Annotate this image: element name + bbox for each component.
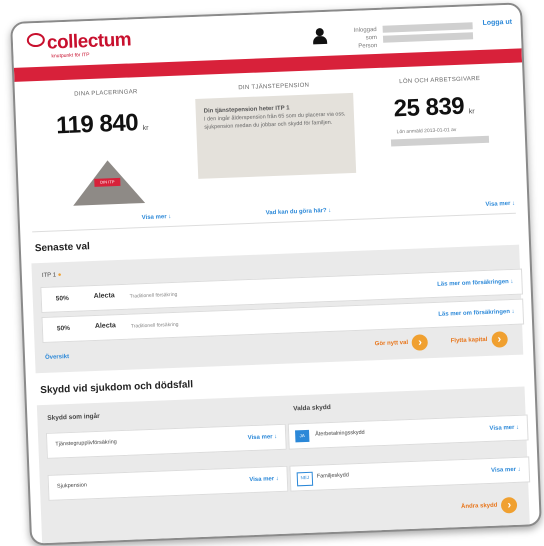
logout-link[interactable]: Logga ut xyxy=(482,19,512,27)
new-choice-button[interactable]: Gör nytt val › xyxy=(374,334,429,352)
salary-more-link[interactable]: Visa mer ↓ xyxy=(485,201,515,208)
protection-title: Skydd vid sjukdom och dödsfall xyxy=(40,379,194,397)
included-name: Tjänstegrupplivförsäkring xyxy=(55,439,117,448)
latest-title: Senaste val xyxy=(34,241,91,255)
show-more-link[interactable]: Visa mer ↓ xyxy=(249,476,279,483)
included-name: Sjukpension xyxy=(56,482,88,490)
move-capital-button[interactable]: Flytta kapital › xyxy=(450,331,508,349)
show-more-link[interactable]: Visa mer ↓ xyxy=(491,467,521,474)
info-icon: ● xyxy=(57,272,62,279)
user-icon xyxy=(312,27,328,45)
salary-unit: kr xyxy=(468,108,475,116)
arrow-right-icon: › xyxy=(501,496,518,514)
show-more-link[interactable]: Visa mer ↓ xyxy=(489,425,519,432)
logo-swirl-icon xyxy=(26,32,46,48)
placements-title: DINA PLACERINGAR xyxy=(74,89,138,98)
salary-reported: Lön anmäld 2013-01-01 av xyxy=(396,126,457,136)
read-more-link[interactable]: Läs mer om försäkringen ↓ xyxy=(438,309,515,318)
placements-unit: kr xyxy=(142,124,149,133)
placements-more-link[interactable]: Visa mer ↓ xyxy=(142,214,172,221)
included-item: Tjänstegrupplivförsäkring Visa mer ↓ xyxy=(45,423,287,459)
choice-insurance: Traditionell försäkring xyxy=(129,291,178,300)
chosen-title: Valda skydd xyxy=(293,403,331,413)
included-item: Sjukpension Visa mer ↓ xyxy=(47,465,289,501)
chosen-name: Familjeskydd xyxy=(316,472,349,480)
logged-in-label: Inloggad som xyxy=(353,26,378,42)
pension-help-link[interactable]: Vad kan du göra här? ↓ xyxy=(266,208,332,217)
chosen-item: JA Återbetalningsskydd Visa mer ↓ xyxy=(287,414,529,450)
employer-redacted xyxy=(390,135,490,147)
logo-text: collectum xyxy=(46,29,132,54)
itp-label: ITP 1 ● xyxy=(41,272,62,279)
chosen-name: Återbetalningsskydd xyxy=(315,429,365,438)
arrow-right-icon: › xyxy=(491,331,508,348)
choice-insurance: Traditionell försäkring xyxy=(130,321,179,330)
overview-link[interactable]: Översikt xyxy=(45,354,69,361)
change-protection-button[interactable]: Ändra skydd › xyxy=(461,496,518,515)
username-redacted xyxy=(382,22,473,33)
pension-column: DIN TJÄNSTEPENSION Din tjänstepension he… xyxy=(195,81,358,222)
included-title: Skydd som ingår xyxy=(47,412,100,422)
protection-panel: Skydd som ingår Tjänstegrupplivförsäkrin… xyxy=(36,386,531,544)
chosen-item: NEJ Familjeskydd Visa mer ↓ xyxy=(289,456,531,492)
choice-company: Alecta xyxy=(94,322,117,330)
no-badge: NEJ xyxy=(296,471,314,487)
person-redacted xyxy=(382,32,474,43)
yes-badge: JA xyxy=(295,429,310,443)
page-card: collectum knutpunkt för ITP Inloggad som… xyxy=(10,2,542,546)
pension-title: DIN TJÄNSTEPENSION xyxy=(238,82,310,92)
placements-column: DINA PLACERINGAR 119 840 kr DIN ITP Visa… xyxy=(31,88,186,229)
choice-percent: 50% xyxy=(56,324,71,333)
pension-infobox: Din tjänstepension heter ITP 1 I den ing… xyxy=(195,92,357,179)
salary-amount: 25 839 xyxy=(393,92,465,123)
pyramid-label: DIN ITP xyxy=(94,177,121,187)
choice-company: Alecta xyxy=(93,292,115,301)
salary-column: LÖN OCH ARBETSGIVARE 25 839 kr Lön anmäl… xyxy=(367,75,518,216)
logo-tagline: knutpunkt för ITP xyxy=(51,51,90,60)
salary-title: LÖN OCH ARBETSGIVARE xyxy=(399,76,481,86)
placements-amount: 119 840 xyxy=(55,109,139,140)
arrow-right-icon: › xyxy=(411,334,429,351)
read-more-link[interactable]: Läs mer om försäkringen ↓ xyxy=(437,279,514,288)
salary-amount-wrap: 25 839 kr xyxy=(393,92,475,123)
choice-percent: 50% xyxy=(55,294,69,303)
person-label: Person xyxy=(358,42,378,50)
show-more-link[interactable]: Visa mer ↓ xyxy=(248,434,278,441)
latest-panel: ITP 1 ● 50% Alecta Traditionell försäkri… xyxy=(31,244,525,374)
placements-amount-wrap: 119 840 kr xyxy=(56,109,149,141)
login-labels: Inloggad som Person xyxy=(341,26,378,51)
